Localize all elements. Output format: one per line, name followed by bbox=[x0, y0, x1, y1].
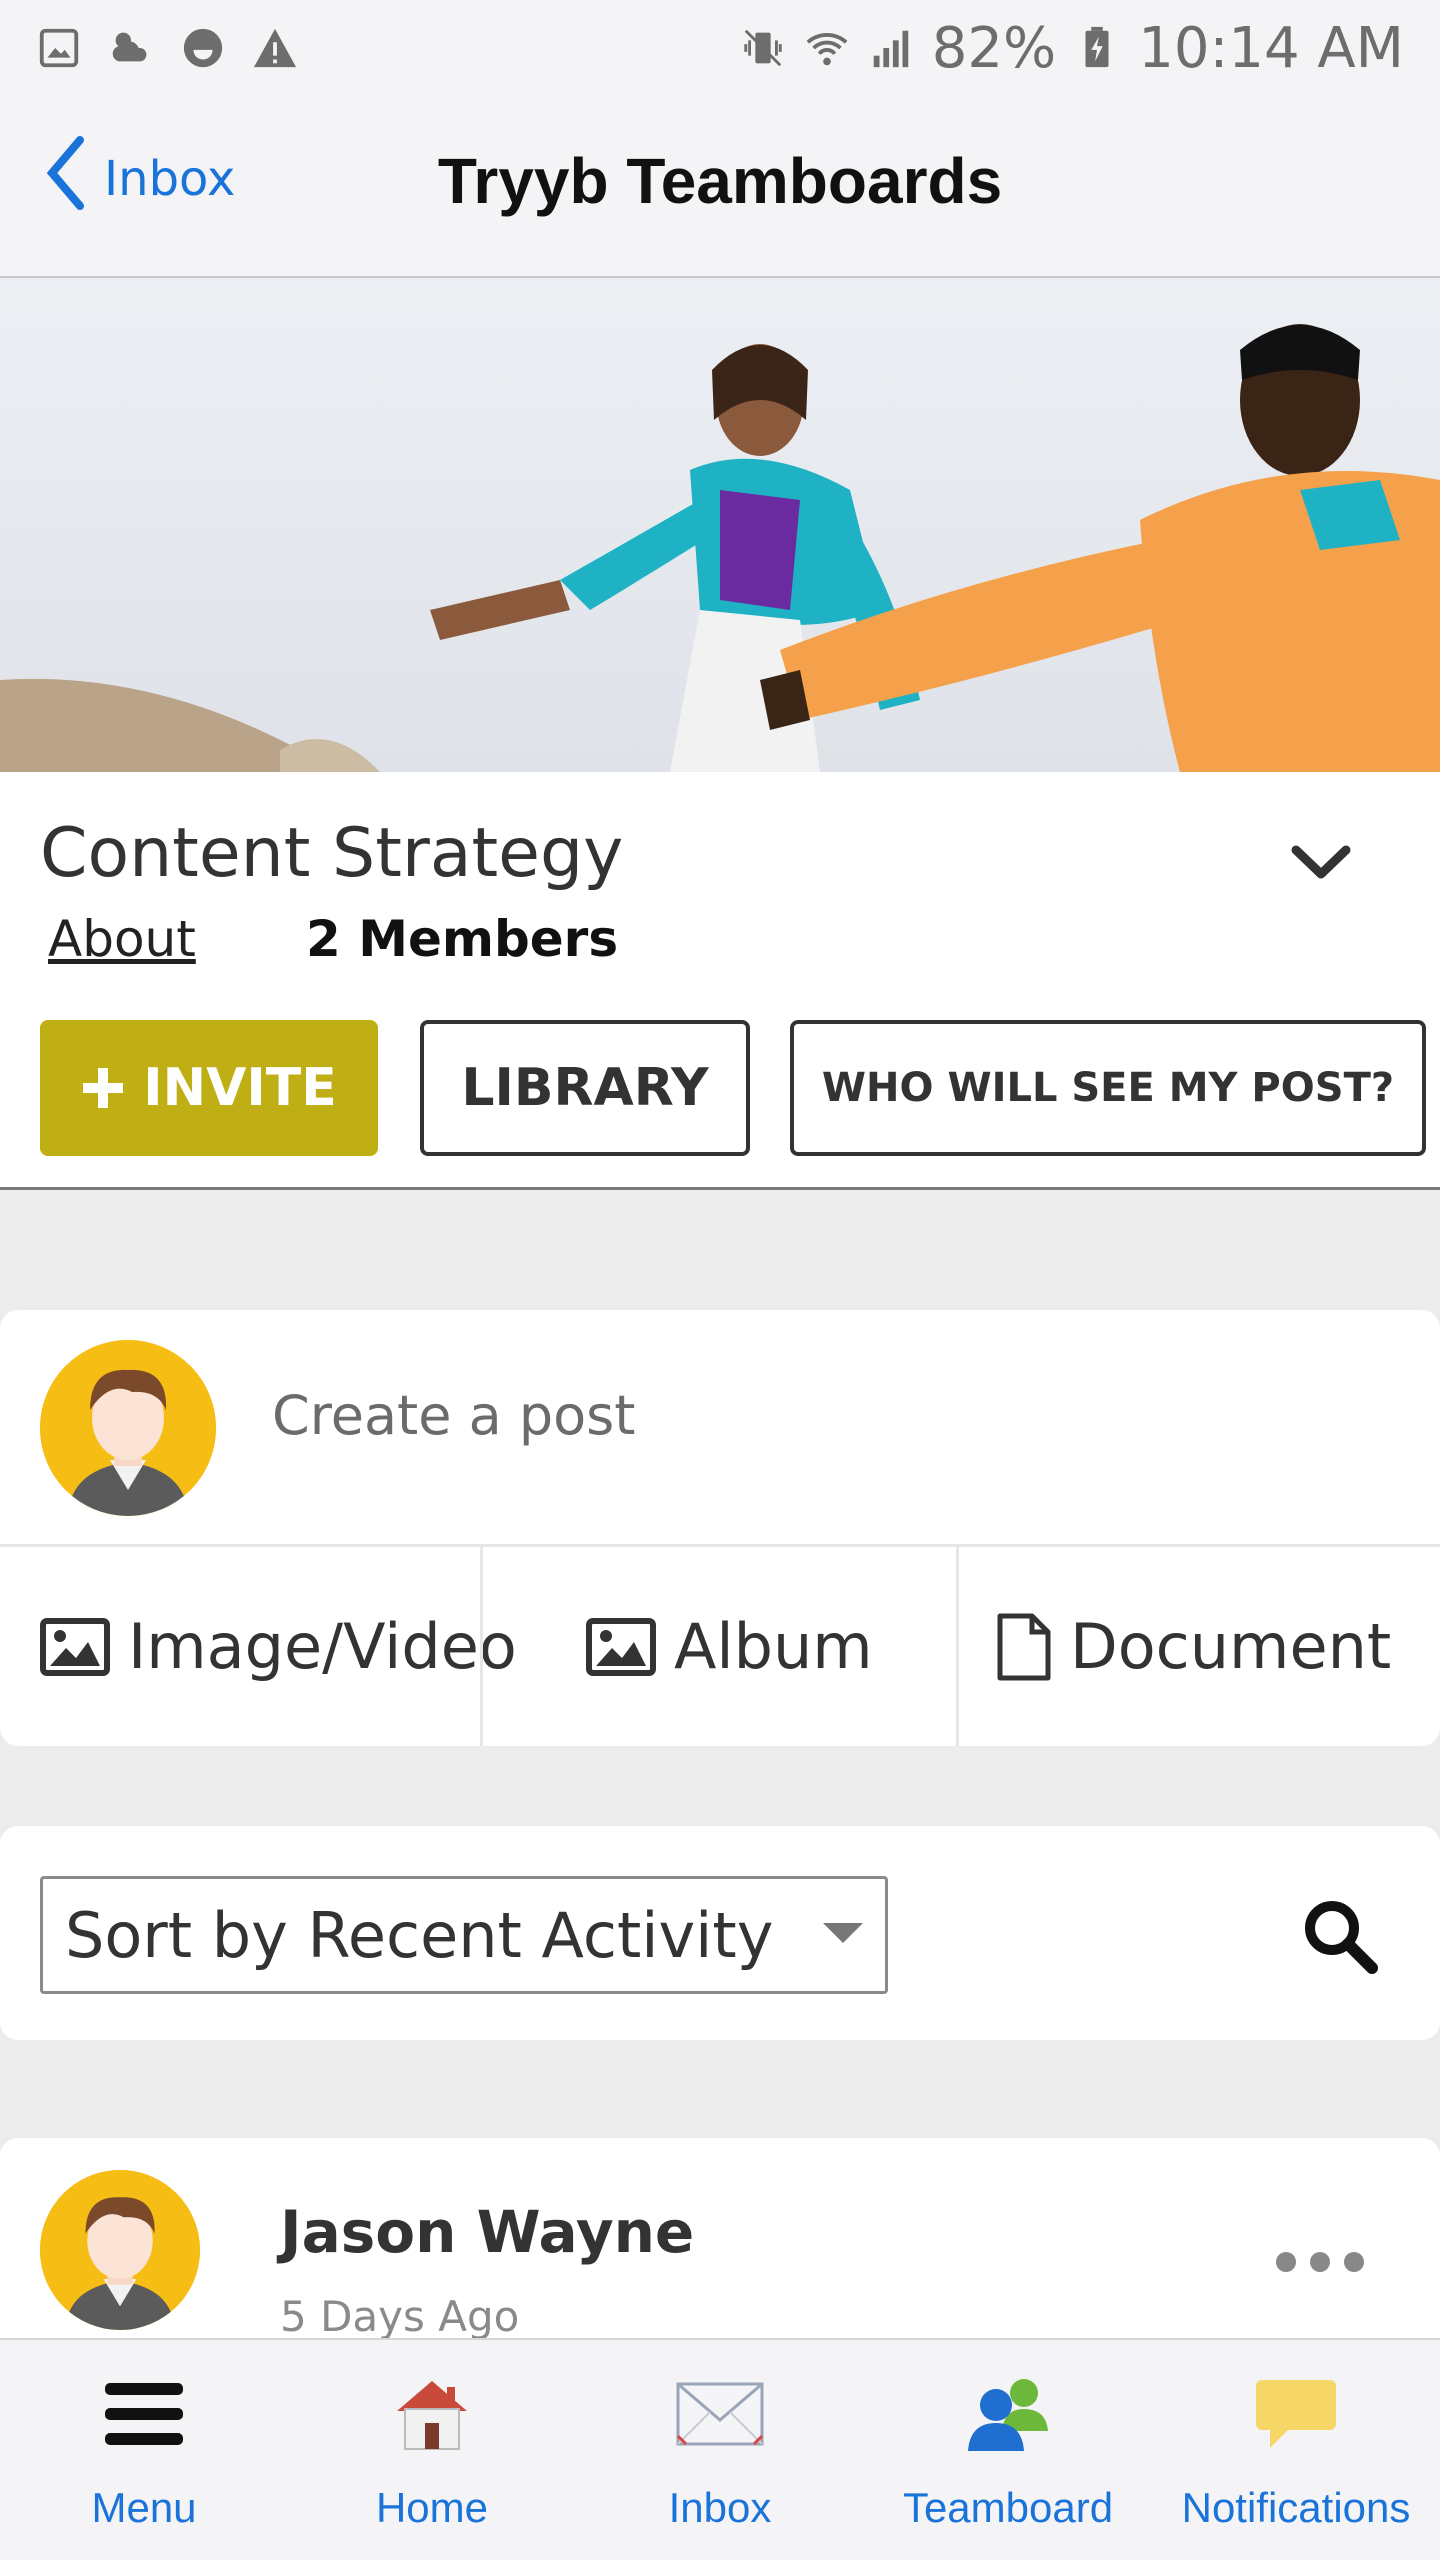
page-title: Tryyb Teamboards bbox=[437, 145, 1003, 217]
divider bbox=[956, 1547, 959, 1746]
user-avatar-icon bbox=[40, 1340, 216, 1516]
document-icon bbox=[997, 1613, 1051, 1680]
create-post-input[interactable]: Create a post bbox=[272, 1384, 635, 1447]
hamburger-icon bbox=[105, 2383, 183, 2445]
image-icon bbox=[40, 1617, 110, 1676]
tab-label: Menu bbox=[91, 2484, 197, 2531]
status-system: 82% 10:14 AM bbox=[740, 16, 1404, 81]
caret-down-icon bbox=[823, 1923, 863, 1943]
tab-home[interactable]: Home bbox=[288, 2340, 576, 2560]
tab-menu[interactable]: Menu bbox=[0, 2340, 288, 2560]
who-label: WHO WILL SEE MY POST? bbox=[821, 1065, 1395, 1111]
invite-button[interactable]: INVITE bbox=[40, 1020, 378, 1156]
tab-inbox[interactable]: Inbox bbox=[576, 2340, 864, 2560]
image-video-button[interactable]: Image/Video bbox=[40, 1547, 517, 1746]
sort-dropdown[interactable]: Sort by Recent Activity bbox=[40, 1876, 888, 1994]
attachment-label: Image/Video bbox=[128, 1610, 517, 1683]
avatar bbox=[40, 1340, 216, 1516]
envelope-icon bbox=[676, 2382, 764, 2446]
tab-notifications[interactable]: Notifications bbox=[1152, 2340, 1440, 2560]
invite-label: INVITE bbox=[143, 1058, 337, 1118]
post-author[interactable]: Jason Wayne bbox=[280, 2198, 694, 2266]
group-header: Content Strategy About 2 Members INVITE … bbox=[0, 772, 1440, 1190]
attachment-label: Document bbox=[1070, 1610, 1392, 1683]
battery-charging-icon bbox=[1085, 26, 1109, 68]
about-link[interactable]: About bbox=[48, 910, 196, 968]
tab-label: Inbox bbox=[668, 2484, 772, 2531]
search-icon[interactable] bbox=[1300, 1896, 1380, 1976]
smiley-icon bbox=[183, 28, 223, 68]
tab-label: Home bbox=[375, 2484, 489, 2531]
navigation-bar: Inbox Tryyb Teamboards bbox=[0, 96, 1440, 278]
warning-icon bbox=[253, 28, 297, 68]
sort-card: Sort by Recent Activity bbox=[0, 1826, 1440, 2040]
who-will-see-button[interactable]: WHO WILL SEE MY POST? bbox=[790, 1020, 1426, 1156]
wifi-icon bbox=[806, 33, 848, 66]
sort-selected-value: Sort by Recent Activity bbox=[65, 1898, 774, 1972]
house-icon bbox=[397, 2381, 467, 2450]
album-button[interactable]: Album bbox=[586, 1547, 873, 1746]
members-count[interactable]: 2 Members bbox=[306, 910, 618, 968]
signal-icon bbox=[873, 30, 908, 68]
people-icon bbox=[968, 2379, 1048, 2451]
vibrate-icon bbox=[744, 29, 782, 67]
chevron-down-icon[interactable] bbox=[1286, 832, 1356, 892]
image-icon bbox=[586, 1617, 656, 1676]
status-bar: 82% 10:14 AM bbox=[0, 0, 1440, 96]
battery-percent: 82% bbox=[931, 15, 1057, 81]
avatar[interactable] bbox=[40, 2170, 200, 2330]
library-label: LIBRARY bbox=[461, 1058, 709, 1118]
gallery-icon bbox=[39, 28, 79, 68]
clock: 10:14 AM bbox=[1138, 15, 1404, 81]
more-options-icon[interactable] bbox=[1276, 2252, 1364, 2272]
create-post-card: Create a post Image/Video Album Document bbox=[0, 1310, 1440, 1746]
library-button[interactable]: LIBRARY bbox=[420, 1020, 750, 1156]
document-button[interactable]: Document bbox=[996, 1547, 1391, 1746]
tab-teamboard[interactable]: Teamboard bbox=[864, 2340, 1152, 2560]
tab-label: Notifications bbox=[1181, 2484, 1411, 2531]
group-title: Content Strategy bbox=[40, 814, 624, 893]
divider bbox=[480, 1547, 483, 1746]
user-avatar-icon bbox=[40, 2170, 200, 2330]
cover-photo-illustration bbox=[0, 280, 1440, 772]
plus-icon bbox=[83, 1068, 124, 1108]
cover-image bbox=[0, 280, 1440, 772]
bottom-tab-bar: Menu Home Inbox Teamboard Notifications bbox=[0, 2338, 1440, 2560]
weather-icon bbox=[112, 32, 147, 62]
attachment-label: Album bbox=[674, 1610, 873, 1683]
post-timestamp: 5 Days Ago bbox=[280, 2292, 520, 2341]
tab-label: Teamboard bbox=[902, 2484, 1114, 2531]
speech-bubble-icon bbox=[1256, 2380, 1336, 2448]
status-notifications bbox=[36, 25, 298, 71]
